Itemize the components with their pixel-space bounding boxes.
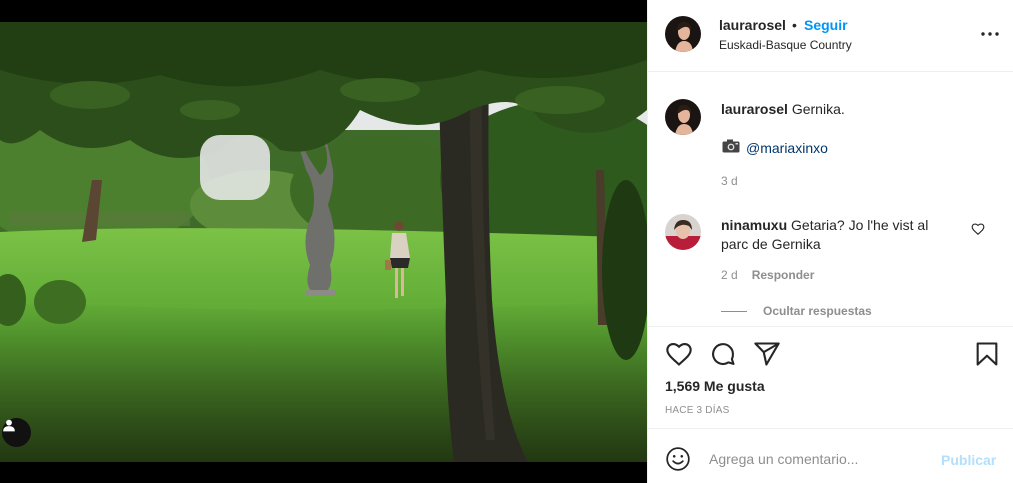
post-header: laurarosel • Seguir Euskadi-Basque Count… — [648, 0, 1013, 72]
post-actions: 1,569 Me gusta HACE 3 DÍAS — [648, 326, 1013, 428]
more-options-icon[interactable] — [978, 22, 1002, 46]
heart-icon[interactable] — [665, 340, 693, 368]
comment-icon[interactable] — [709, 340, 737, 368]
follow-button[interactable]: Seguir — [804, 17, 848, 33]
emoji-icon[interactable] — [665, 446, 691, 472]
publish-button[interactable]: Publicar — [941, 452, 996, 468]
camera-icon — [722, 139, 740, 156]
reply-button[interactable]: Responder — [752, 268, 815, 282]
hide-replies-button[interactable]: Ocultar respuestas — [721, 304, 872, 318]
comment-username[interactable]: ninamuxu — [721, 217, 787, 233]
caption-timestamp[interactable]: 3 d — [721, 174, 738, 188]
park-photo — [0, 0, 647, 483]
comment-like-icon[interactable] — [971, 222, 985, 236]
comment-input[interactable] — [709, 446, 929, 472]
post-dialog: laurarosel • Seguir Euskadi-Basque Count… — [0, 0, 1013, 483]
post-author-username[interactable]: laurarosel — [719, 17, 786, 33]
location-link[interactable]: Euskadi-Basque Country — [719, 38, 852, 52]
avatar[interactable] — [665, 99, 701, 135]
tagged-user-icon[interactable] — [2, 418, 31, 447]
post-image[interactable] — [0, 0, 647, 483]
bookmark-icon[interactable] — [973, 340, 1001, 368]
caption-credit: @mariaxinxo — [722, 139, 828, 156]
caption-username[interactable]: laurarosel — [721, 101, 788, 117]
comment-meta: 2 d Responder — [721, 268, 814, 282]
share-icon[interactable] — [753, 340, 781, 368]
likes-count[interactable]: 1,569 Me gusta — [665, 378, 765, 394]
post-timestamp[interactable]: HACE 3 DÍAS — [665, 405, 729, 416]
add-comment-bar: Publicar — [648, 428, 1013, 483]
avatar[interactable] — [665, 16, 701, 52]
avatar[interactable] — [665, 214, 701, 250]
comments-list[interactable]: laurarosel Gernika. @mariaxinxo 3 d nina… — [648, 73, 1013, 326]
caption-text: Gernika. — [791, 101, 845, 117]
hide-replies-label: Ocultar respuestas — [763, 304, 872, 318]
post-side-panel: laurarosel • Seguir Euskadi-Basque Count… — [647, 0, 1013, 483]
divider — [721, 310, 747, 312]
mention-link[interactable]: @mariaxinxo — [746, 140, 828, 156]
caption: laurarosel Gernika. — [721, 101, 845, 117]
comment-body: ninamuxu Getaria? Jo l'he vist al parc d… — [721, 216, 951, 254]
comment-timestamp[interactable]: 2 d — [721, 268, 738, 282]
separator-dot: • — [792, 17, 797, 33]
